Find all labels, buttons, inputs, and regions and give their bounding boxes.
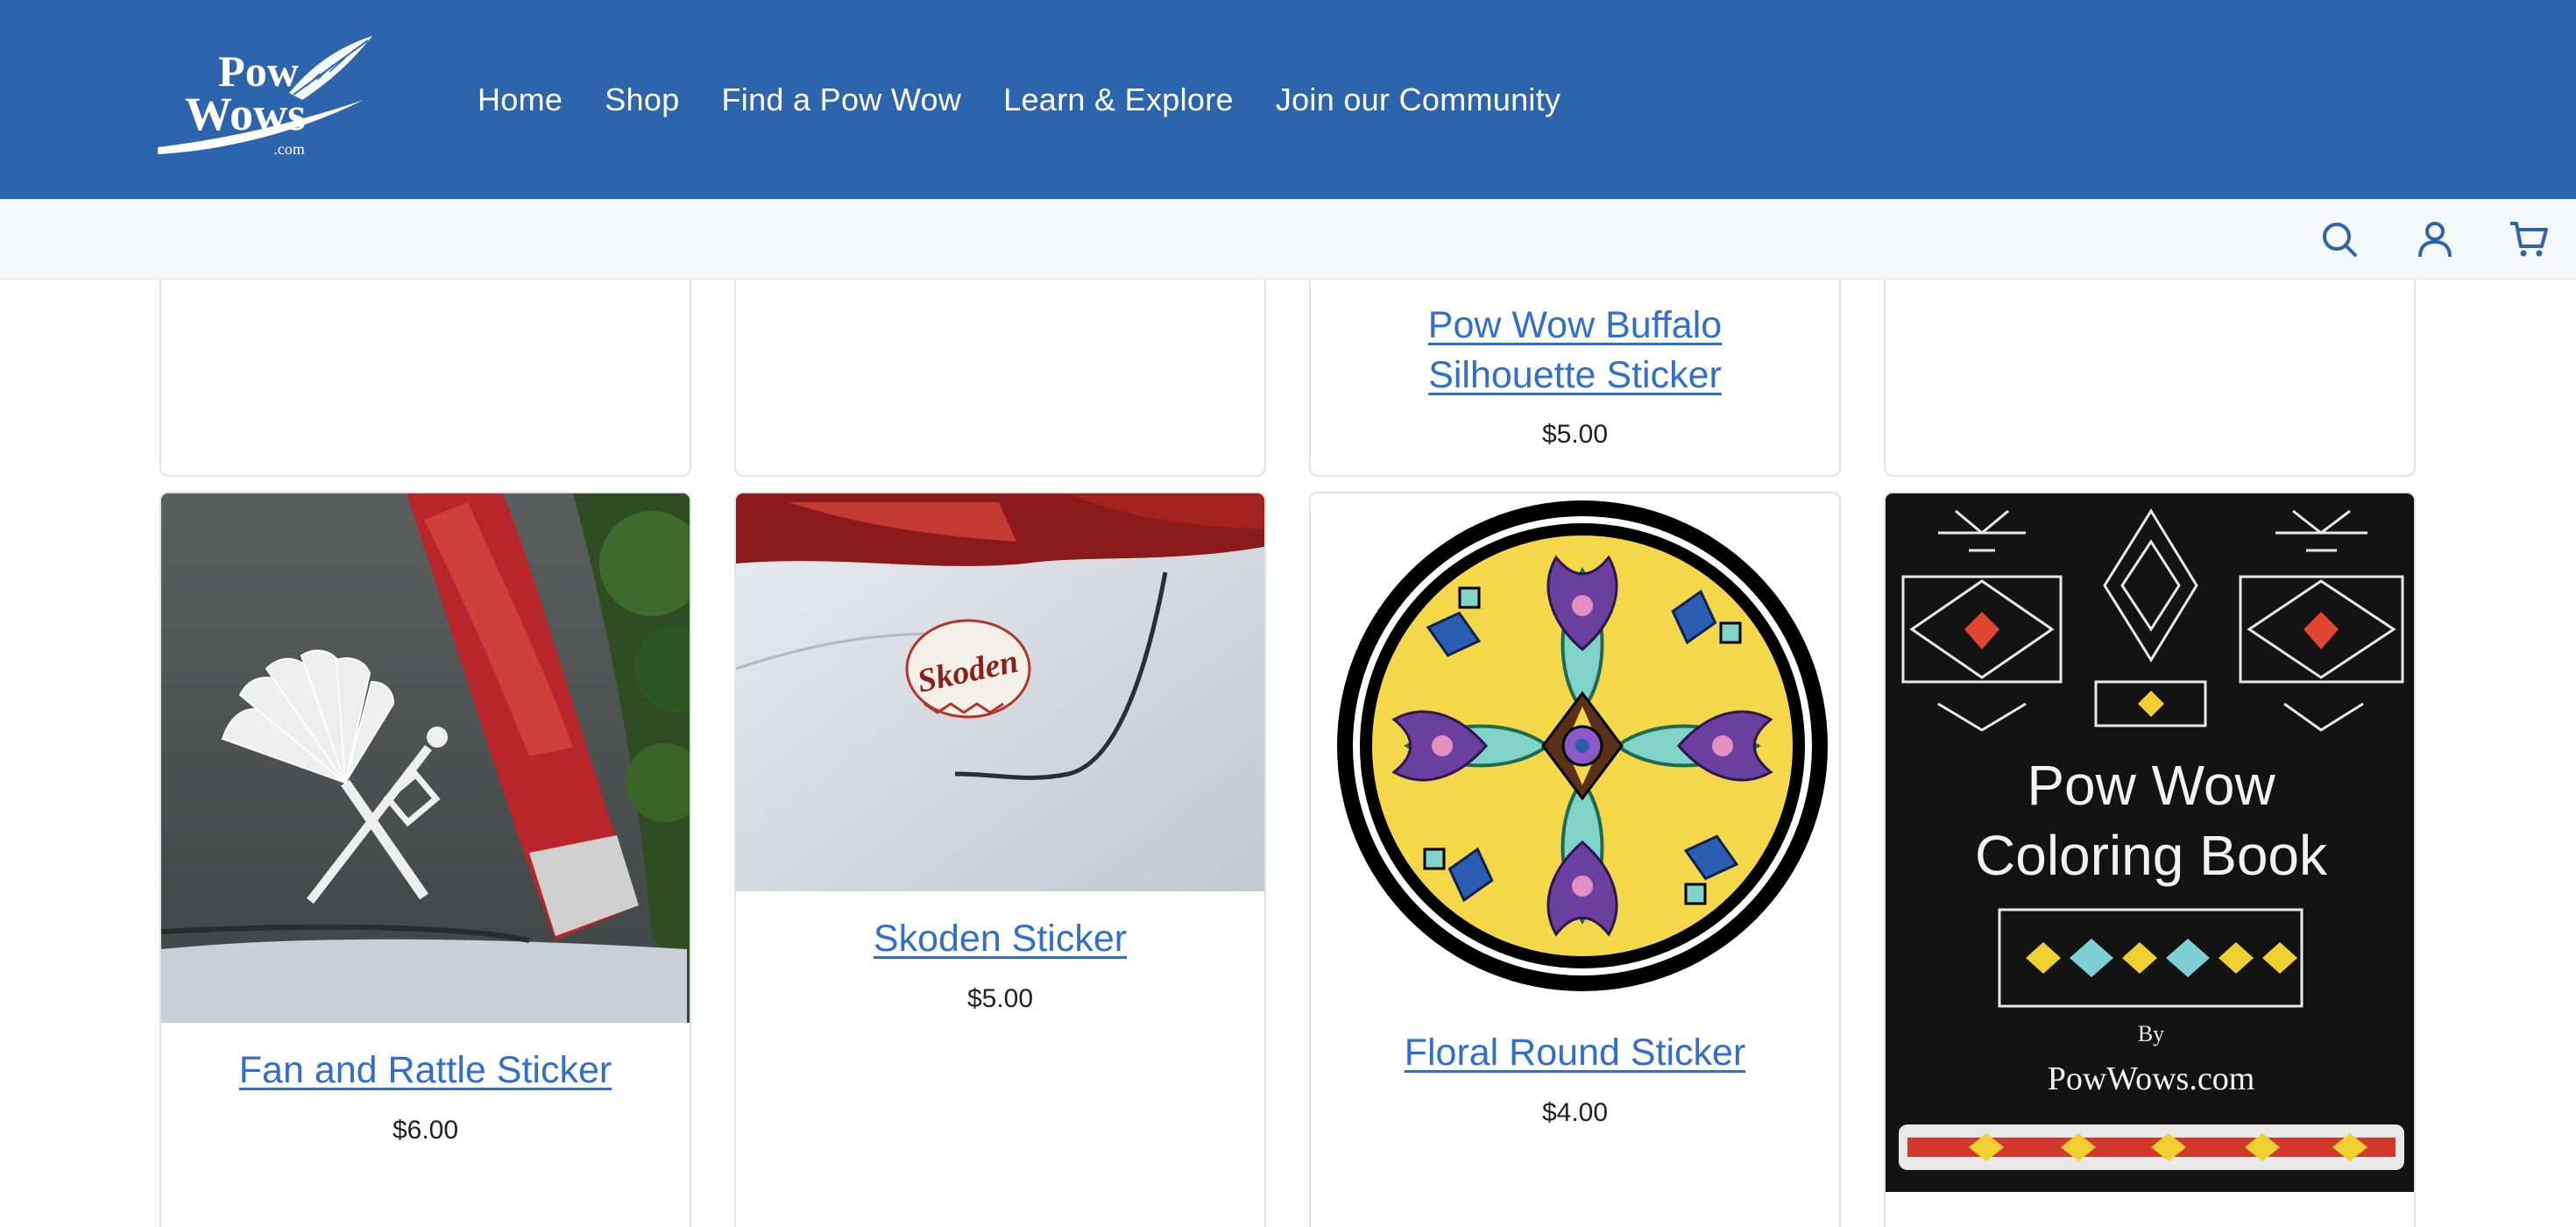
site-header: Pow Wows .com Home Shop Find a Pow Wow L… <box>0 0 2576 199</box>
svg-text:.com: .com <box>273 140 305 158</box>
nav-join-community[interactable]: Join our Community <box>1276 82 1561 118</box>
search-icon[interactable] <box>2316 216 2363 263</box>
product-title-link[interactable]: Fan and Rattle Sticker <box>161 1046 690 1096</box>
nav-home[interactable]: Home <box>478 82 563 118</box>
svg-text:Wows: Wows <box>185 88 306 140</box>
product-card[interactable]: Pow Wow Coloring Book By PowWows.com <box>1884 492 2416 1227</box>
utility-bar <box>0 199 2576 280</box>
cover-title: Pow Wow <box>2027 754 2275 817</box>
product-title-line: Pow Wow Buffalo <box>1427 304 1723 346</box>
product-image[interactable] <box>1311 493 1839 1005</box>
product-price: $4.00 <box>1541 1098 1609 1127</box>
cart-icon[interactable] <box>2505 216 2552 263</box>
cover-author: PowWows.com <box>2048 1060 2255 1097</box>
product-image[interactable]: Skoden <box>736 493 1264 891</box>
nav-learn-explore[interactable]: Learn & Explore <box>1003 82 1234 118</box>
product-title-line: Silhouette Sticker <box>1428 354 1722 396</box>
product-card[interactable] <box>1884 278 2416 477</box>
nav-shop[interactable]: Shop <box>605 82 679 118</box>
product-title-link[interactable]: Skoden Sticker <box>736 914 1264 964</box>
account-icon[interactable] <box>2411 216 2459 263</box>
product-grid: Pow Wow Buffalo Silhouette Sticker $5.00 <box>0 278 2576 1227</box>
cover-by: By <box>2138 1021 2164 1046</box>
cover-title: Coloring Book <box>1975 824 2328 887</box>
product-price: $6.00 <box>392 1116 459 1145</box>
nav-find-pow-wow[interactable]: Find a Pow Wow <box>722 82 962 118</box>
product-card[interactable]: Floral Round Sticker $4.00 <box>1309 492 1841 1227</box>
product-price: $5.00 <box>966 984 1034 1013</box>
product-card[interactable] <box>734 278 1266 477</box>
main-nav: Home Shop Find a Pow Wow Learn & Explore… <box>478 0 1560 199</box>
product-card[interactable]: Fan and Rattle Sticker $6.00 <box>159 492 691 1227</box>
product-image[interactable] <box>161 493 690 1023</box>
product-card[interactable]: Pow Wow Buffalo Silhouette Sticker $5.00 <box>1309 278 1841 477</box>
product-price: $5.00 <box>1541 420 1609 449</box>
product-title-link[interactable]: Pow Wow Buffalo Silhouette Sticker <box>1311 301 1839 401</box>
product-title-link[interactable]: Floral Round Sticker <box>1311 1028 1839 1078</box>
powwows-logo[interactable]: Pow Wows .com <box>158 32 377 163</box>
product-image[interactable]: Pow Wow Coloring Book By PowWows.com <box>1886 493 2414 1192</box>
product-card[interactable] <box>159 278 691 477</box>
product-card[interactable]: Skoden Skoden Sticker $5.00 <box>734 492 1266 1227</box>
